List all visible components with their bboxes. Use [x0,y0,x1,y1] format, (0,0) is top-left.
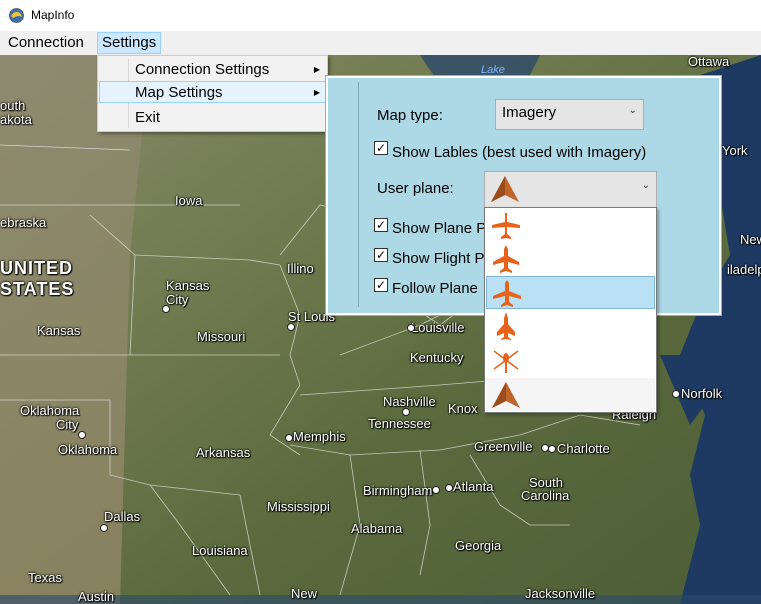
map-label-louisiana: Louisiana [192,543,248,558]
settings-menu: Connection Settings ▶ Map Settings ▶ Exi… [97,55,328,132]
map-label-united: UNITED [0,258,73,278]
city-dot [285,434,293,442]
city-dot [287,323,295,331]
map-label-jacksonville: Jacksonville [525,586,596,601]
map-label-kentucky: Kentucky [410,350,464,365]
map-type-label: Map type: [377,107,443,124]
follow-plane-checkbox[interactable]: ✓ [374,278,388,292]
chevron-down-icon: ⌄ [628,105,637,116]
map-label-norfolk: Norfolk [681,386,723,401]
map-label-charlotte: Charlotte [557,441,610,456]
title-bar: MapInfo [0,0,761,32]
map-label-austin: Austin [78,589,115,604]
plane-option-helicopter[interactable] [486,343,655,376]
plane-option-airliner[interactable] [486,276,655,309]
map-label-nebraska: ebraska [0,215,47,230]
menu-settings[interactable]: Settings [97,32,162,54]
submenu-arrow-icon: ▶ [313,65,320,74]
menu-connection[interactable]: Connection [4,33,88,53]
show-plane-label: Show Plane P [392,220,487,237]
map-label-oklahoma-city-2: City [56,417,79,432]
user-plane-label: User plane: [377,180,454,197]
city-dot [402,408,410,416]
map-type-value: Imagery [502,104,557,121]
window-title: MapInfo [31,8,75,22]
city-dot [78,431,86,439]
arrow-marker-icon [491,176,519,202]
menu-item-connection-settings[interactable]: Connection Settings ▶ [99,59,326,81]
map-label-arkansas: Arkansas [196,445,251,460]
map-label-south-dakota-2: akota [0,112,32,127]
map-label-georgia: Georgia [455,538,502,553]
show-labels-label: Show Lables (best used with Imagery) [392,144,647,161]
map-label-oklahoma: Oklahoma [58,442,118,457]
city-dot [445,484,453,492]
user-plane-select[interactable]: ⌄ [484,171,657,208]
menu-bar: Connection Settings [0,31,761,55]
city-dot [162,305,170,313]
map-label-states: STATES [0,279,75,299]
jet-icon [493,245,519,273]
show-plane-checkbox[interactable]: ✓ [374,218,388,232]
map-label-atlanta: Atlanta [453,479,494,494]
map-label-philadelphia: iladelpl [727,262,761,277]
show-flight-label: Show Flight P [392,250,485,267]
show-flight-checkbox[interactable]: ✓ [374,248,388,262]
map-label-missouri: Missouri [197,329,246,344]
map-label-memphis: Memphis [293,429,346,444]
map-label-kansas: Kansas [37,323,81,338]
map-label-kansas-city-1: Kansas [166,278,210,293]
city-dot [672,390,680,398]
map-label-alabama: Alabama [351,521,403,536]
arrow-marker-icon [492,382,520,408]
map-label-kansas-city-2: City [166,292,189,307]
city-dot [432,486,440,494]
map-label-south-carolina-2: Carolina [521,488,570,503]
show-labels-checkbox[interactable]: ✓ [374,141,388,155]
menu-item-map-settings[interactable]: Map Settings ▶ [99,81,326,103]
map-label-ottawa: Ottawa [688,55,730,69]
city-dot [100,524,108,532]
map-label-greenville: Greenville [474,439,533,454]
menu-item-exit[interactable]: Exit [99,107,326,129]
plane-option-plane[interactable] [486,209,655,242]
map-label-south-dakota-1: outh [0,98,26,113]
menu-item-label: Exit [135,109,161,126]
plane-option-arrow[interactable] [486,378,655,411]
map-label-dallas: Dallas [104,509,141,524]
plane-option-jet[interactable] [486,242,655,275]
fighter-jet-icon [497,312,515,340]
map-label-oklahoma-city-1: Oklahoma [20,403,80,418]
helicopter-icon [493,350,519,373]
map-label-louisville: Louisville [411,320,465,335]
map-label-new-orleans: New [291,586,318,601]
map-label-york: York [722,143,748,158]
map-label-nashville: Nashville [383,394,436,409]
map-label-birmingham: Birmingham [363,483,433,498]
airliner-icon [493,280,521,307]
submenu-arrow-icon: ▶ [313,88,320,97]
city-dot [548,445,556,453]
map-label-mississippi: Mississippi [267,499,330,514]
map-label-illinois: Illino [287,261,314,276]
menu-item-label: Map Settings [135,84,223,101]
map-label-knoxville: Knox [448,401,478,416]
chevron-down-icon: ⌄ [641,180,650,191]
map-label-new: New [740,232,761,247]
map-label-texas: Texas [28,570,62,585]
map-label-lake: Lake [481,64,505,76]
follow-plane-label: Follow Plane [392,280,478,297]
map-label-iowa: Iowa [175,193,203,208]
map-type-select[interactable]: Imagery ⌄ [495,99,644,130]
panel-separator [358,82,359,307]
map-label-tennessee: Tennessee [368,416,431,431]
city-dot [407,324,415,332]
plane-option-fighter[interactable] [486,309,655,342]
user-plane-list [484,207,657,413]
plane-icon [492,213,520,239]
menu-item-label: Connection Settings [135,61,270,78]
app-icon [9,8,24,23]
